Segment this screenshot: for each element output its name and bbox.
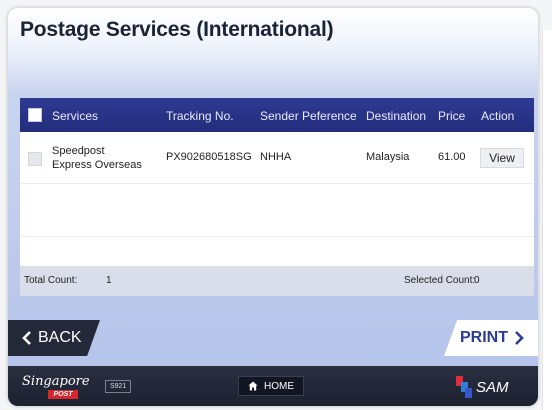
table-footer: Total Count: 1 Selected Count: 0 — [20, 266, 534, 296]
sender-reference: NHHA — [260, 151, 292, 163]
table-body: Speedpost Express Overseas PX902680518SG… — [20, 132, 534, 266]
total-count-value: 1 — [106, 275, 112, 286]
price: 61.00 — [438, 151, 466, 163]
selected-count-label: Selected Count: — [404, 275, 476, 286]
tracking-number: PX902680518SG — [166, 151, 252, 163]
kiosk-screen: Postage Services (International) Service… — [8, 8, 538, 406]
column-destination: Destination — [366, 109, 427, 123]
table-header: Services Tracking No. Sender Peference D… — [20, 98, 534, 132]
house-icon — [248, 381, 258, 391]
view-button[interactable]: View — [480, 148, 524, 168]
singpost-logo: Singapore POST — [22, 374, 90, 399]
column-action: Action — [481, 109, 515, 123]
selected-count-value: 0 — [474, 275, 480, 286]
print-button[interactable]: PRINT — [444, 320, 538, 356]
footer-bar: Singapore POST S921 HOME SAM — [8, 366, 538, 406]
back-label: BACK — [38, 329, 82, 346]
home-label: HOME — [264, 380, 294, 392]
back-button[interactable]: BACK — [8, 320, 100, 356]
sam-mark-icon — [456, 376, 472, 398]
destination: Malaysia — [366, 151, 410, 163]
chevron-right-icon — [515, 331, 524, 345]
kiosk-id-badge: S921 — [105, 380, 132, 393]
total-count-label: Total Count: — [24, 275, 78, 286]
column-sender-reference: Sender Peference — [260, 109, 357, 123]
side-panel-edge — [542, 30, 552, 410]
row-divider — [20, 236, 534, 237]
home-button[interactable]: HOME — [238, 376, 304, 396]
row-checkbox[interactable] — [28, 152, 42, 166]
sam-brand-text: SAM — [476, 378, 509, 396]
select-all-checkbox[interactable] — [28, 108, 42, 122]
print-label: PRINT — [460, 329, 508, 346]
postage-table: Services Tracking No. Sender Peference D… — [20, 98, 534, 296]
sam-logo: SAM — [456, 376, 509, 398]
table-row[interactable]: Speedpost Express Overseas PX902680518SG… — [20, 132, 534, 184]
column-tracking-no: Tracking No. — [166, 109, 234, 123]
chevron-left-icon — [22, 331, 31, 345]
column-services: Services — [52, 109, 99, 123]
page-title: Postage Services (International) — [20, 18, 334, 41]
service-name: Speedpost Express Overseas — [52, 145, 142, 171]
column-price: Price — [438, 109, 466, 123]
